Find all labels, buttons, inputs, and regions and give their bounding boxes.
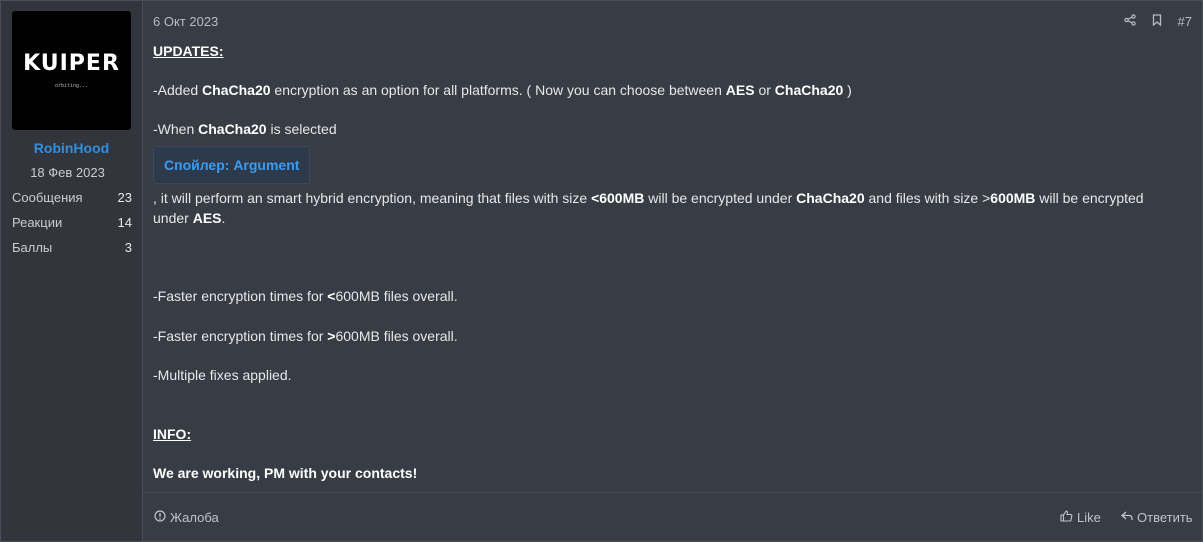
reply-button[interactable]: Ответить bbox=[1121, 510, 1193, 525]
update-line-faster-large: -Faster encryption times for >600MB file… bbox=[153, 328, 458, 344]
join-date: 18 Фев 2023 bbox=[30, 165, 105, 180]
bookmark-icon[interactable] bbox=[1152, 14, 1162, 29]
like-label: Like bbox=[1077, 510, 1101, 525]
stat-label: Баллы bbox=[12, 240, 53, 255]
stat-value: 23 bbox=[117, 190, 132, 205]
stat-points: Баллы 3 bbox=[12, 240, 132, 255]
update-line-faster-small: -Faster encryption times for <600MB file… bbox=[153, 288, 458, 304]
avatar-tagline: orbiting... bbox=[54, 83, 89, 89]
avatar[interactable]: KUIPER orbiting... bbox=[12, 11, 131, 130]
reply-icon bbox=[1121, 510, 1133, 525]
spoiler-button[interactable]: Спойлер: Argument bbox=[153, 146, 311, 184]
like-icon bbox=[1060, 510, 1073, 525]
closing-line: We are working, PM with your contacts! bbox=[153, 465, 418, 481]
update-line-when: -When ChaCha20 is selected bbox=[153, 121, 337, 137]
updates-heading: UPDATES: bbox=[153, 43, 224, 59]
stat-label: Реакции bbox=[12, 215, 63, 230]
author-sidebar: KUIPER orbiting... RobinHood 18 Фев 2023… bbox=[1, 1, 143, 541]
stat-messages: Сообщения 23 bbox=[12, 190, 132, 205]
update-line-hybrid-cont: under AES. bbox=[153, 210, 226, 226]
report-label: Жалоба bbox=[170, 510, 219, 525]
post-number-link[interactable]: #7 bbox=[1178, 14, 1192, 29]
stat-value: 3 bbox=[124, 240, 132, 255]
stat-label: Сообщения bbox=[12, 190, 83, 205]
stat-value: 14 bbox=[117, 215, 132, 230]
update-line-chacha: -Added ChaCha20 encryption as an option … bbox=[153, 82, 852, 98]
forum-post: KUIPER orbiting... RobinHood 18 Фев 2023… bbox=[0, 0, 1203, 542]
update-line-fixes: -Multiple fixes applied. bbox=[153, 367, 292, 383]
report-icon bbox=[154, 510, 166, 525]
update-line-hybrid: , it will perform an smart hybrid encryp… bbox=[153, 190, 1144, 206]
username-link[interactable]: RobinHood bbox=[1, 140, 142, 156]
post-date[interactable]: 6 Окт 2023 bbox=[153, 14, 218, 29]
footer-divider bbox=[143, 492, 1202, 493]
avatar-logo-text: KUIPER bbox=[23, 51, 120, 76]
report-button[interactable]: Жалоба bbox=[154, 510, 219, 525]
info-heading: INFO: bbox=[153, 426, 192, 442]
reply-label: Ответить bbox=[1137, 510, 1193, 525]
share-icon[interactable] bbox=[1123, 14, 1136, 29]
post-actions: #7 bbox=[1123, 14, 1192, 29]
stat-reactions: Реакции 14 bbox=[12, 215, 132, 230]
like-button[interactable]: Like bbox=[1060, 510, 1101, 525]
